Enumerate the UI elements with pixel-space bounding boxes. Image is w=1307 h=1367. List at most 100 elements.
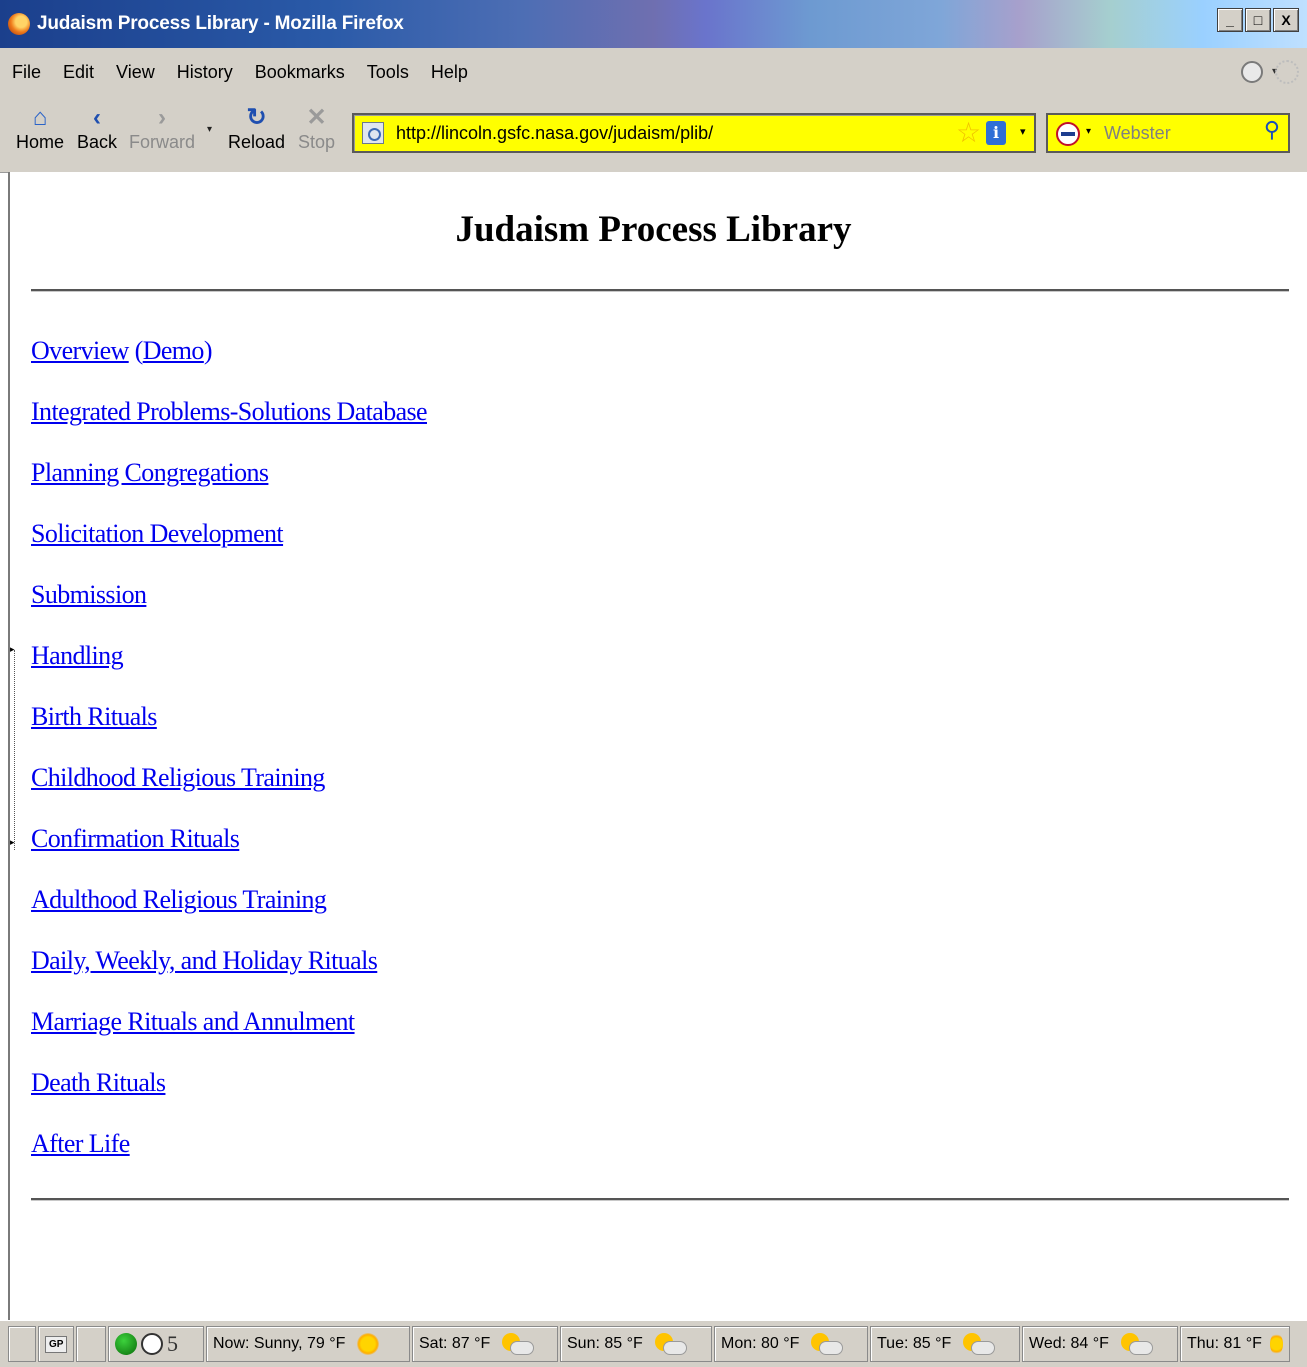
partly-cloudy-icon (653, 1333, 687, 1355)
overview-link[interactable]: Overview (31, 336, 129, 365)
menu-view[interactable]: View (116, 62, 155, 83)
partly-cloudy-icon (961, 1333, 996, 1355)
close-paren: ) (203, 336, 213, 365)
link-integrated-problems-solutions-database[interactable]: Integrated Problems-Solutions Database (31, 397, 428, 426)
link-after-life[interactable]: After Life (31, 1129, 130, 1158)
home-button[interactable]: ⌂ Home (16, 104, 64, 153)
menu-help[interactable]: Help (431, 62, 468, 83)
search-input[interactable] (1104, 120, 1254, 146)
weather-now[interactable]: Now: Sunny, 79 °F (206, 1326, 410, 1362)
minimize-button[interactable]: _ (1217, 8, 1243, 32)
link-planning-congregations[interactable]: Planning Congregations (31, 458, 269, 487)
forward-label: Forward (129, 132, 196, 152)
menu-bookmarks[interactable]: Bookmarks (255, 62, 345, 83)
window-controls: _ □ X (1217, 8, 1299, 32)
reload-button[interactable]: ↻ Reload (228, 104, 285, 153)
forward-arrow-icon: › (158, 104, 166, 131)
list-item: Marriage Rituals and Annulment (31, 1005, 427, 1066)
window-title-bar[interactable]: Judaism Process Library - Mozilla Firefo… (0, 0, 1307, 48)
menu-bar: File Edit View History Bookmarks Tools H… (0, 48, 1307, 96)
list-item: Overview (Demo) (31, 334, 427, 395)
list-item: Daily, Weekly, and Holiday Rituals (31, 944, 427, 1005)
weather-thu[interactable]: Thu: 81 °F (1180, 1326, 1290, 1362)
url-text[interactable]: http://lincoln.gsfc.nasa.gov/judaism/pli… (396, 123, 713, 144)
stop-icon: ✕ (306, 104, 327, 131)
link-submission[interactable]: Submission (31, 580, 147, 609)
sun-icon (357, 1333, 380, 1355)
weather-sat[interactable]: Sat: 87 °F (412, 1326, 558, 1362)
list-item: Childhood Religious Training (31, 761, 427, 822)
back-label: Back (77, 132, 118, 152)
chevron-down-icon[interactable]: ▾ (1020, 125, 1026, 138)
link-birth-rituals[interactable]: Birth Rituals (31, 702, 157, 731)
gp-cell[interactable]: GP (38, 1326, 74, 1362)
link-death-rituals[interactable]: Death Rituals (31, 1068, 166, 1097)
weather-tue-text: Tue: 85 °F (877, 1335, 952, 1352)
status-bar: GP 5 Now: Sunny, 79 °F Sat: 87 °F Sun: 8… (0, 1320, 1307, 1367)
list-item: Birth Rituals (31, 700, 427, 761)
history-dropdown-icon[interactable]: ▾ (207, 124, 212, 135)
partly-cloudy-icon (1269, 1333, 1283, 1355)
weather-wed[interactable]: Wed: 84 °F (1022, 1326, 1178, 1362)
search-engine-icon[interactable] (1056, 122, 1080, 146)
green-status-icon[interactable] (115, 1333, 137, 1355)
close-button[interactable]: X (1273, 8, 1299, 32)
demo-link[interactable]: Demo (143, 336, 205, 365)
bookmark-star-icon[interactable]: ☆ (956, 116, 981, 150)
list-item: Planning Congregations (31, 456, 427, 517)
chevron-down-icon[interactable]: ▾ (1086, 126, 1091, 137)
weather-wed-text: Wed: 84 °F (1029, 1335, 1109, 1352)
gp-badge: GP (45, 1335, 68, 1353)
link-solicitation-development[interactable]: Solicitation Development (31, 519, 284, 548)
process-link-list: Overview (Demo) Integrated Problems-Solu… (31, 334, 428, 1188)
clock-icon[interactable] (141, 1333, 163, 1355)
addon-status-icon[interactable] (1241, 61, 1263, 83)
activity-spinner-icon (1275, 60, 1299, 84)
forward-button[interactable]: › Forward (129, 104, 195, 153)
stop-label: Stop (298, 132, 336, 152)
link-adulthood-religious-training[interactable]: Adulthood Religious Training (31, 885, 327, 914)
menu-edit[interactable]: Edit (63, 62, 94, 83)
weather-tue[interactable]: Tue: 85 °F (870, 1326, 1020, 1362)
weather-now-text: Now: Sunny, 79 °F (213, 1335, 346, 1352)
weather-sun-text: Sun: 85 °F (567, 1335, 643, 1352)
status-cell-blank (8, 1326, 36, 1362)
top-divider (31, 289, 1289, 292)
status-indicators[interactable]: 5 (108, 1326, 204, 1362)
weather-mon[interactable]: Mon: 80 °F (714, 1326, 868, 1362)
list-item: Solicitation Development (31, 517, 427, 578)
maximize-button[interactable]: □ (1245, 8, 1271, 32)
info-icon[interactable]: i (986, 121, 1006, 145)
home-icon: ⌂ (32, 104, 48, 131)
search-icon[interactable]: ⚲ (1264, 118, 1280, 143)
list-item: Confirmation Rituals (31, 822, 427, 883)
link-marriage-rituals-annulment[interactable]: Marriage Rituals and Annulment (31, 1007, 355, 1036)
weather-thu-text: Thu: 81 °F (1187, 1335, 1262, 1352)
back-button[interactable]: ‹ Back (77, 104, 117, 153)
window-title: Judaism Process Library - Mozilla Firefo… (37, 13, 404, 34)
status-cell-blank (76, 1326, 106, 1362)
menu-history[interactable]: History (177, 62, 233, 83)
bottom-divider (31, 1198, 1289, 1201)
weather-mon-text: Mon: 80 °F (721, 1335, 800, 1352)
sidebar-grip[interactable] (14, 650, 15, 850)
link-handling[interactable]: Handling (31, 641, 124, 670)
site-favicon-icon[interactable] (362, 122, 384, 144)
back-arrow-icon: ‹ (93, 104, 102, 131)
open-paren: ( (134, 336, 144, 365)
link-daily-weekly-holiday-rituals[interactable]: Daily, Weekly, and Holiday Rituals (31, 946, 378, 975)
link-childhood-religious-training[interactable]: Childhood Religious Training (31, 763, 325, 792)
address-bar[interactable]: http://lincoln.gsfc.nasa.gov/judaism/pli… (352, 113, 1036, 153)
partly-cloudy-icon (500, 1333, 535, 1355)
stop-button[interactable]: ✕ Stop (298, 104, 335, 153)
menu-file[interactable]: File (12, 62, 41, 83)
home-label: Home (16, 132, 65, 152)
menu-tools[interactable]: Tools (367, 62, 409, 83)
weather-sun[interactable]: Sun: 85 °F (560, 1326, 712, 1362)
link-confirmation-rituals[interactable]: Confirmation Rituals (31, 824, 240, 853)
list-item: Submission (31, 578, 427, 639)
list-item: Handling (31, 639, 427, 700)
list-item: Integrated Problems-Solutions Database (31, 395, 428, 456)
status-count: 5 (167, 1331, 178, 1356)
list-item: Adulthood Religious Training (31, 883, 427, 944)
